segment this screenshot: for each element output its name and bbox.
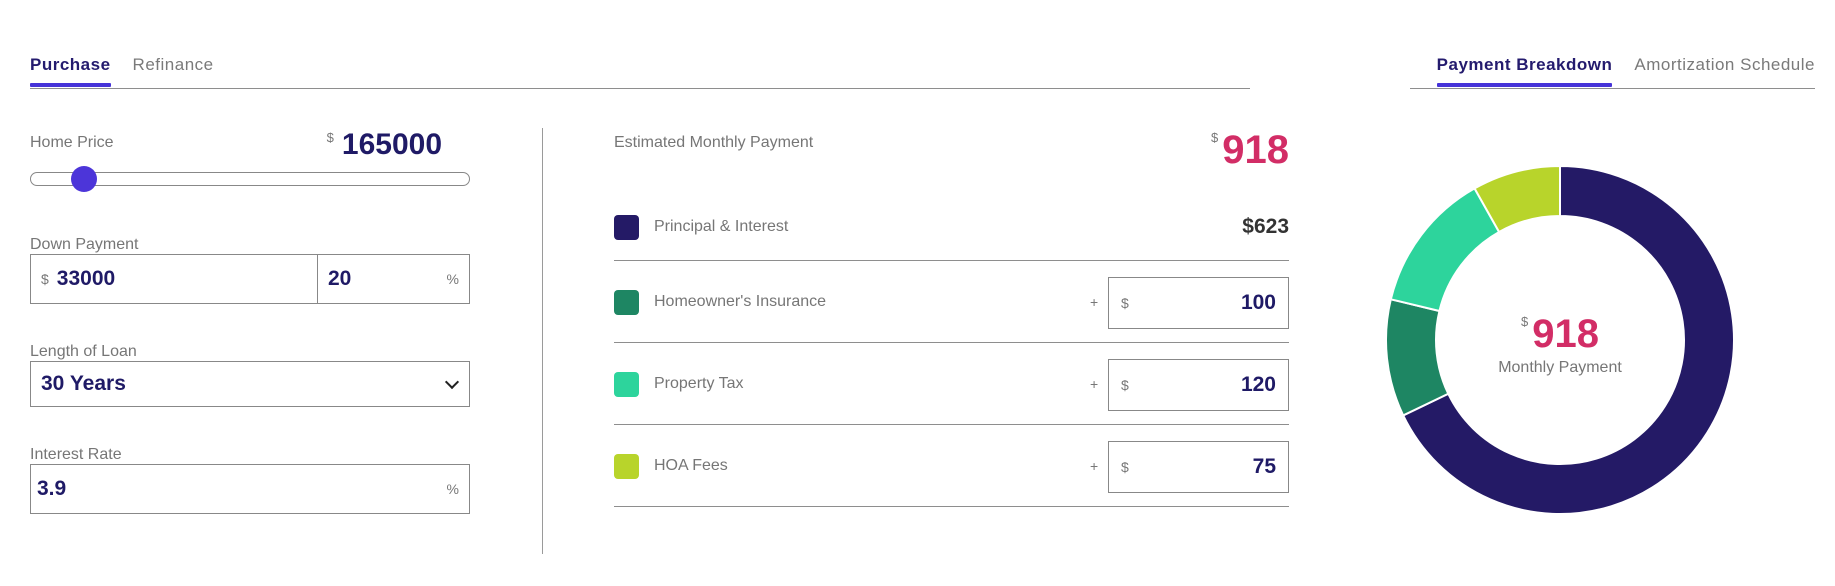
- estimated-payment-currency: $: [1211, 130, 1219, 145]
- donut-currency: $: [1521, 314, 1529, 329]
- breakdown-row-property-tax: Property Tax + $ 120: [614, 343, 1289, 425]
- estimated-payment-value: $ 918: [1211, 128, 1289, 173]
- tab-purchase[interactable]: Purchase: [30, 55, 111, 87]
- plus-sign: +: [1090, 376, 1099, 392]
- donut-center-label: $ 918 Monthly Payment: [1465, 312, 1655, 377]
- hoa-currency: $: [1121, 459, 1129, 475]
- home-price-amount: 165000: [341, 128, 442, 161]
- estimated-payment-amount: 918: [1222, 128, 1289, 172]
- property-tax-color-swatch: [614, 372, 639, 397]
- principal-interest-amount: $623: [1242, 215, 1289, 238]
- breakdown-label: HOA Fees: [654, 457, 728, 474]
- interest-rate-field[interactable]: 3.9 %: [30, 464, 470, 514]
- loan-length-label: Length of Loan: [30, 343, 137, 360]
- percent-symbol: %: [446, 271, 459, 287]
- breakdown-label: Homeowner's Insurance: [654, 293, 827, 310]
- property-tax-input[interactable]: $ 120: [1108, 359, 1289, 411]
- breakdown-label: Principal & Interest: [654, 218, 789, 235]
- home-price-slider[interactable]: [30, 166, 470, 192]
- plus-sign: +: [1090, 294, 1099, 310]
- down-payment-percent-field[interactable]: 20 %: [317, 254, 470, 304]
- down-payment-label: Down Payment: [30, 236, 139, 253]
- hoa-color-swatch: [614, 454, 639, 479]
- tabs-divider-right: [1410, 88, 1815, 89]
- donut-subtitle: Monthly Payment: [1498, 359, 1622, 376]
- percent-symbol: %: [446, 481, 459, 497]
- tab-payment-breakdown[interactable]: Payment Breakdown: [1436, 55, 1613, 87]
- down-payment-percent[interactable]: 20: [328, 267, 447, 291]
- breakdown-label: Property Tax: [654, 375, 744, 392]
- interest-rate-value[interactable]: 3.9: [37, 477, 447, 501]
- breakdown-row-insurance: Homeowner's Insurance + $ 100: [614, 261, 1289, 343]
- tab-refinance[interactable]: Refinance: [133, 55, 214, 83]
- insurance-currency: $: [1121, 295, 1129, 311]
- donut-total-amount: 918: [1532, 312, 1599, 356]
- results-view-tabs: Payment Breakdown Amortization Schedule: [1436, 55, 1815, 87]
- insurance-value[interactable]: 100: [1129, 291, 1276, 315]
- property-tax-currency: $: [1121, 377, 1129, 393]
- down-payment-amount-field[interactable]: $ 33000: [30, 254, 318, 304]
- interest-rate-label: Interest Rate: [30, 446, 122, 463]
- hoa-fees-input[interactable]: $ 75: [1108, 441, 1289, 493]
- insurance-color-swatch: [614, 290, 639, 315]
- panel-divider: [542, 128, 543, 554]
- breakdown-row-hoa: HOA Fees + $ 75: [614, 425, 1289, 507]
- donut-segment-property-tax: [1389, 187, 1501, 313]
- breakdown-row-principal: Principal & Interest $623: [614, 180, 1289, 261]
- donut-total: $ 918: [1465, 312, 1655, 357]
- down-payment-currency: $: [41, 271, 49, 287]
- donut-segment-insurance: [1385, 298, 1450, 417]
- hoa-value[interactable]: 75: [1129, 455, 1276, 479]
- loan-length-value[interactable]: 30 Years: [41, 372, 447, 396]
- loan-length-select[interactable]: 30 Years: [30, 361, 470, 407]
- down-payment-amount[interactable]: 33000: [57, 267, 317, 291]
- calculator-mode-tabs: Purchase Refinance: [30, 55, 214, 87]
- plus-sign: +: [1090, 458, 1099, 474]
- slider-handle[interactable]: [71, 166, 98, 192]
- principal-color-swatch: [614, 215, 639, 240]
- chevron-down-icon[interactable]: [444, 374, 460, 389]
- estimated-payment-label: Estimated Monthly Payment: [614, 134, 814, 151]
- home-price-label: Home Price: [30, 134, 114, 151]
- tab-amortization-schedule[interactable]: Amortization Schedule: [1634, 55, 1815, 83]
- insurance-input[interactable]: $ 100: [1108, 277, 1289, 329]
- home-price-value: $ 165000: [327, 128, 442, 162]
- tabs-divider-left: [30, 88, 1250, 89]
- property-tax-value[interactable]: 120: [1129, 373, 1276, 397]
- home-price-currency: $: [326, 130, 334, 145]
